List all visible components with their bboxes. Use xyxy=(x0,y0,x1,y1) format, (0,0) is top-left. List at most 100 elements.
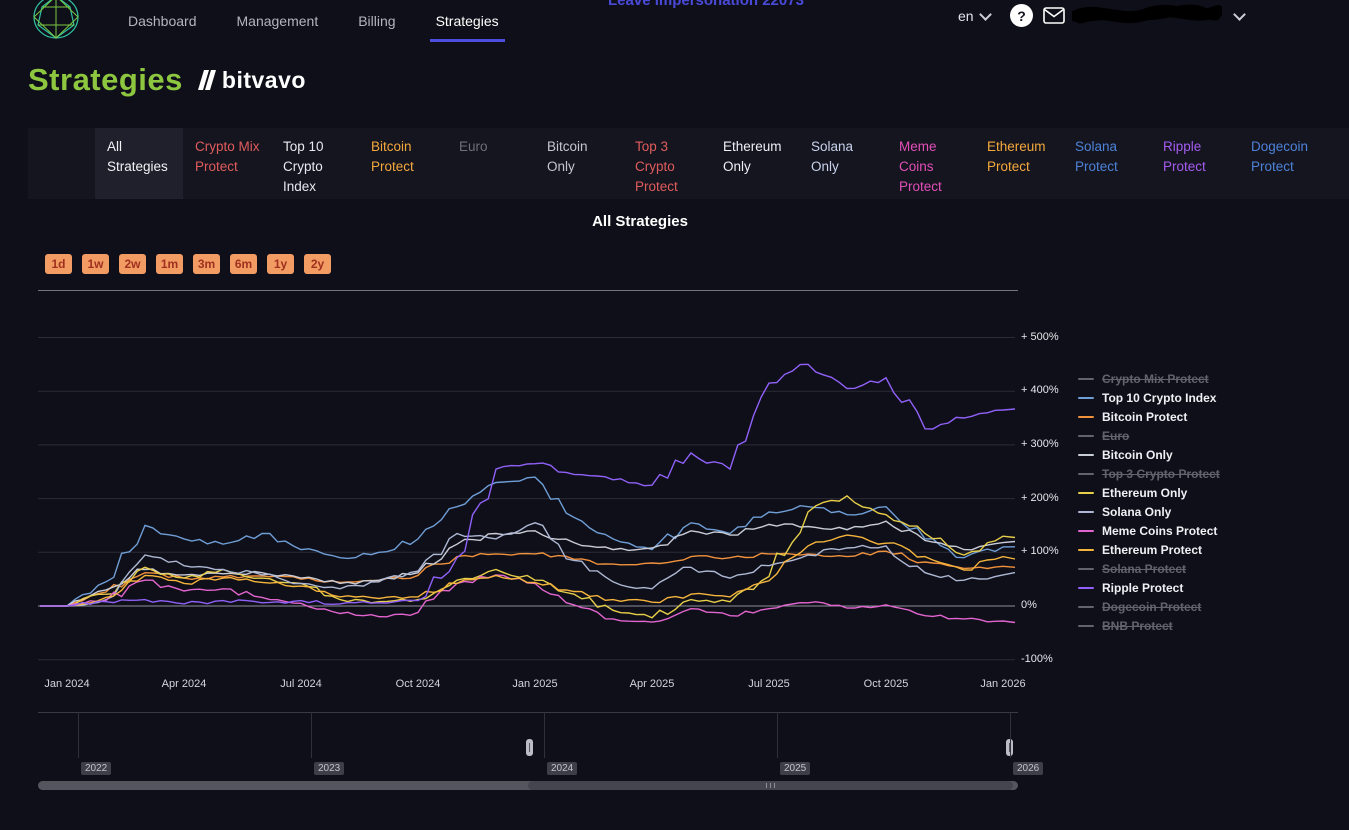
legend-dash-icon xyxy=(1078,510,1094,513)
timeline-navigator[interactable]: 2022 2023 2024 2025 2026 xyxy=(38,712,1044,778)
tab-label: Bitcoin Only xyxy=(547,139,588,174)
navigator-year-label-2025[interactable]: 2025 xyxy=(780,762,811,775)
legend-meme-coins-protect[interactable]: Meme Coins Protect xyxy=(1078,521,1328,540)
x-tick-label-apr-2024: Apr 2024 xyxy=(161,678,207,690)
legend-label: Dogecoin Protect xyxy=(1102,599,1202,614)
range-button-2y[interactable]: 2y xyxy=(304,254,331,274)
range-button-1w[interactable]: 1w xyxy=(82,254,109,274)
tab-top-3-crypto-protect[interactable]: Top 3 Crypto Protect xyxy=(623,128,711,199)
scrollbar-thumb[interactable] xyxy=(528,781,1013,790)
top-navigation: Dashboard Management Billing Strategies … xyxy=(0,0,1349,42)
bitvavo-slash-icon xyxy=(197,70,216,90)
legend-label: Solana Only xyxy=(1102,504,1172,519)
navigator-border xyxy=(38,712,1018,713)
bitvavo-app-logo-icon[interactable] xyxy=(30,0,82,41)
legend-label: BNB Protect xyxy=(1102,618,1173,633)
nav-item-billing[interactable]: Billing xyxy=(358,0,395,42)
tab-label: Euro xyxy=(459,139,488,154)
navigator-left-handle[interactable] xyxy=(526,739,533,756)
legend-dash-icon xyxy=(1078,605,1094,608)
range-button-1d[interactable]: 1d xyxy=(45,254,72,274)
tab-solana-only[interactable]: Solana Only xyxy=(799,128,887,199)
series-ethereum-only xyxy=(40,495,1016,619)
nav-item-management[interactable]: Management xyxy=(237,0,319,42)
tab-ethereum-only[interactable]: Ethereum Only xyxy=(711,128,799,199)
legend-ripple-protect[interactable]: Ripple Protect xyxy=(1078,578,1328,597)
navigator-year-label-2023[interactable]: 2023 xyxy=(314,762,345,775)
tab-ethereum-protect[interactable]: Ethereum Protect xyxy=(975,128,1063,199)
y-tick-label-500: + 500% xyxy=(1021,330,1059,343)
leave-impersonation-link[interactable]: Leave impersonation 22073 xyxy=(608,0,804,9)
range-button-6m[interactable]: 6m xyxy=(230,254,257,274)
range-button-3m[interactable]: 3m xyxy=(193,254,220,274)
bitvavo-brand: bitvavo xyxy=(197,67,306,94)
x-tick-label-jan-2026: Jan 2026 xyxy=(980,678,1026,690)
legend-label: Bitcoin Protect xyxy=(1102,409,1188,424)
legend-label: Meme Coins Protect xyxy=(1102,523,1218,538)
language-selector[interactable]: en xyxy=(958,7,992,24)
legend-label: Bitcoin Only xyxy=(1102,447,1173,462)
x-tick-label-apr-2025: Apr 2025 xyxy=(629,678,675,690)
navigator-year-line-2024 xyxy=(544,712,545,758)
legend-bitcoin-protect[interactable]: Bitcoin Protect xyxy=(1078,407,1328,426)
legend-euro[interactable]: Euro xyxy=(1078,426,1328,445)
legend-ethereum-only[interactable]: Ethereum Only xyxy=(1078,483,1328,502)
page-header: Strategies bitvavo xyxy=(28,62,306,98)
legend-dash-icon xyxy=(1078,548,1094,551)
tab-ripple-protect[interactable]: Ripple Protect xyxy=(1151,128,1239,199)
legend-label: Solana Protect xyxy=(1102,561,1187,576)
x-tick-label-oct-2024: Oct 2024 xyxy=(395,678,441,690)
chart-canvas xyxy=(38,337,1016,661)
strategy-tabs: All Strategies Crypto Mix Protect Top 10 C… xyxy=(28,128,1349,199)
redacted-username[interactable] xyxy=(1072,2,1222,28)
tab-label: Dogecoin Protect xyxy=(1251,139,1309,174)
tab-label: Solana Protect xyxy=(1075,139,1118,174)
tab-label: Solana Only xyxy=(811,139,854,174)
legend-top-10-crypto-index[interactable]: Top 10 Crypto Index xyxy=(1078,388,1328,407)
legend-dash-icon xyxy=(1078,624,1094,627)
navigator-year-line-2026 xyxy=(1010,712,1011,758)
range-button-1y[interactable]: 1y xyxy=(267,254,294,274)
legend-bitcoin-only[interactable]: Bitcoin Only xyxy=(1078,445,1328,464)
horizontal-scrollbar[interactable] xyxy=(38,781,1018,790)
page-title: Strategies xyxy=(28,62,183,97)
tab-label: Ethereum Protect xyxy=(987,139,1046,174)
legend-dash-icon xyxy=(1078,472,1094,475)
navigator-year-label-2022[interactable]: 2022 xyxy=(81,762,112,775)
messages-icon[interactable] xyxy=(1043,7,1065,24)
tab-bitcoin-only[interactable]: Bitcoin Only xyxy=(535,128,623,199)
legend-dash-icon xyxy=(1078,415,1094,418)
time-range-buttons: 1d 1w 2w 1m 3m 6m 1y 2y xyxy=(45,254,331,274)
legend-dogecoin-protect[interactable]: Dogecoin Protect xyxy=(1078,597,1328,616)
legend-crypto-mix-protect[interactable]: Crypto Mix Protect xyxy=(1078,369,1328,388)
legend-label: Euro xyxy=(1102,428,1130,443)
navigator-year-label-2024[interactable]: 2024 xyxy=(547,762,578,775)
legend-label: Top 3 Crypto Protect xyxy=(1102,466,1220,481)
navigator-year-label-2026[interactable]: 2026 xyxy=(1013,762,1044,775)
range-button-2w[interactable]: 2w xyxy=(119,254,146,274)
performance-chart[interactable] xyxy=(38,300,1018,672)
tab-dogecoin-protect[interactable]: Dogecoin Protect xyxy=(1239,128,1327,199)
legend-dash-icon xyxy=(1078,453,1094,456)
legend-solana-protect[interactable]: Solana Protect xyxy=(1078,559,1328,578)
range-button-1m[interactable]: 1m xyxy=(156,254,183,274)
legend-top-3-crypto-protect[interactable]: Top 3 Crypto Protect xyxy=(1078,464,1328,483)
nav-item-dashboard[interactable]: Dashboard xyxy=(128,0,197,42)
nav-item-strategies[interactable]: Strategies xyxy=(429,0,505,42)
tab-all-strategies[interactable]: All Strategies xyxy=(95,128,183,199)
legend-bnb-protect[interactable]: BNB Protect xyxy=(1078,616,1328,635)
tab-meme-coins-protect[interactable]: Meme Coins Protect xyxy=(887,128,975,199)
account-chevron-down-icon[interactable] xyxy=(1233,8,1246,21)
y-tick-label-100: + 100% xyxy=(1021,545,1059,558)
tab-euro[interactable]: Euro xyxy=(447,128,535,199)
tab-solana-protect[interactable]: Solana Protect xyxy=(1063,128,1151,199)
legend-label: Ripple Protect xyxy=(1102,580,1184,595)
x-axis-labels: Jan 2024 Apr 2024 Jul 2024 Oct 2024 Jan 2025… xyxy=(38,678,1038,694)
tab-bitcoin-protect[interactable]: Bitcoin Protect xyxy=(359,128,447,199)
help-button[interactable]: ? xyxy=(1010,4,1033,27)
legend-dash-icon xyxy=(1078,586,1094,589)
tab-crypto-mix-protect[interactable]: Crypto Mix Protect xyxy=(183,128,271,199)
legend-ethereum-protect[interactable]: Ethereum Protect xyxy=(1078,540,1328,559)
legend-solana-only[interactable]: Solana Only xyxy=(1078,502,1328,521)
tab-top-10-crypto-index[interactable]: Top 10 Crypto Index xyxy=(271,128,359,199)
